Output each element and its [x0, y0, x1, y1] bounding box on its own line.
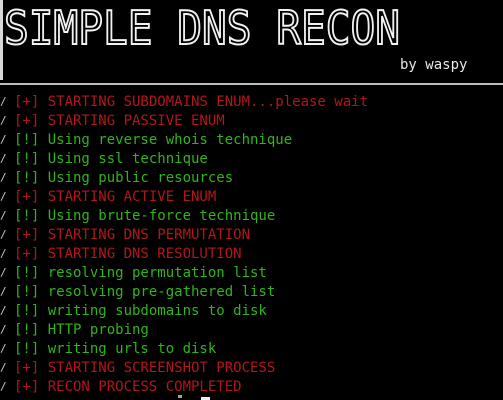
output-line: / [+] STARTING DNS PERMUTATION [0, 226, 503, 245]
line-gutter-mark: / [0, 361, 7, 374]
prompt-line [0, 392, 503, 400]
output-line: / [!] writing subdomains to disk [0, 302, 503, 321]
window-left-edge [0, 0, 3, 80]
status-line-info: [!] writing urls to disk [14, 341, 217, 357]
output-line: / [+] STARTING PASSIVE ENUM [0, 112, 503, 131]
output-line: / [+] STARTING SCREENSHOT PROCESS [0, 359, 503, 378]
line-gutter-mark: / [0, 266, 7, 279]
status-line-info: [!] resolving permutation list [14, 265, 267, 281]
line-gutter-mark: / [0, 209, 7, 222]
output-line: / [!] Using public resources [0, 169, 503, 188]
line-gutter-mark: / [0, 133, 7, 146]
status-line-warning: [+] STARTING SCREENSHOT PROCESS [14, 360, 276, 376]
output-line: / [!] Using reverse whois technique [0, 131, 503, 150]
banner-art: SIMPLE DNS RECON [4, 4, 401, 54]
status-line-info: [!] Using public resources [14, 170, 234, 186]
output-line: / [!] resolving pre-gathered list [0, 283, 503, 302]
ascii-banner: SIMPLE DNS RECON [4, 4, 404, 54]
output-line: / [+] STARTING DNS RESOLUTION [0, 245, 503, 264]
terminal-window[interactable]: SIMPLE DNS RECON by waspy / [+] STARTING … [0, 0, 503, 400]
banner-separator [0, 83, 503, 85]
prompt-dot [178, 395, 182, 398]
line-gutter-mark: / [0, 114, 7, 127]
line-gutter-mark: / [0, 247, 7, 260]
line-gutter-mark: / [0, 152, 7, 165]
output-line: / [+] STARTING ACTIVE ENUM [0, 188, 503, 207]
line-gutter-mark: / [0, 190, 7, 203]
status-line-warning: [+] STARTING DNS PERMUTATION [14, 227, 251, 243]
status-line-warning: [+] STARTING SUBDOMAINS ENUM...please wa… [14, 94, 369, 110]
output-line: / [+] STARTING SUBDOMAINS ENUM...please w… [0, 93, 503, 112]
line-gutter-mark: / [0, 171, 7, 184]
output-line: / [!] writing urls to disk [0, 340, 503, 359]
output-line: / [!] HTTP probing [0, 321, 503, 340]
line-gutter-mark: / [0, 95, 7, 108]
output-line: / [!] Using ssl technique [0, 150, 503, 169]
status-line-info: [!] Using brute-force technique [14, 208, 276, 224]
output-line: / [!] resolving permutation list [0, 264, 503, 283]
status-line-warning: [+] STARTING DNS RESOLUTION [14, 246, 242, 262]
banner-byline: by waspy [400, 57, 468, 73]
line-gutter-mark: / [0, 323, 7, 336]
status-line-info: [!] resolving pre-gathered list [14, 284, 276, 300]
line-gutter-mark: / [0, 285, 7, 298]
status-line-info: [!] Using ssl technique [14, 151, 208, 167]
output-line: / [!] Using brute-force technique [0, 207, 503, 226]
status-line-warning: [+] STARTING PASSIVE ENUM [14, 113, 225, 129]
status-line-info: [!] writing subdomains to disk [14, 303, 267, 319]
status-line-info: [!] Using reverse whois technique [14, 132, 293, 148]
line-gutter-mark: / [0, 342, 7, 355]
terminal-output: / [+] STARTING SUBDOMAINS ENUM...please w… [0, 93, 503, 397]
banner-title: SIMPLE DNS RECON [4, 4, 400, 54]
status-line-warning: [+] STARTING ACTIVE ENUM [14, 189, 217, 205]
line-gutter-mark: / [0, 228, 7, 241]
status-line-info: [!] HTTP probing [14, 322, 149, 338]
line-gutter-mark: / [0, 304, 7, 317]
